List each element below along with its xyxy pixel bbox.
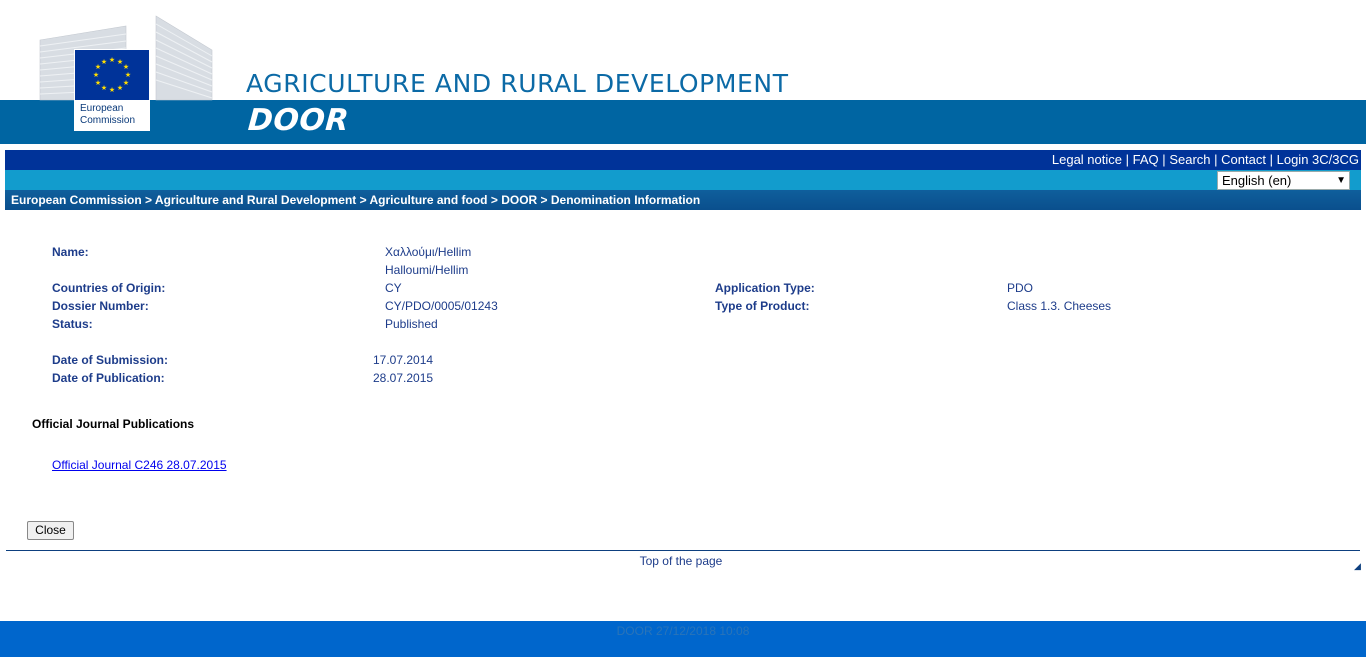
product-type-label: Type of Product:: [715, 299, 810, 313]
breadcrumb: European Commission > Agriculture and Ru…: [5, 190, 1361, 210]
application-type-label: Application Type:: [715, 281, 815, 295]
department-title: AGRICULTURE AND RURAL DEVELOPMENT: [246, 69, 789, 98]
nav-faq[interactable]: FAQ: [1133, 152, 1159, 167]
svg-text:★: ★: [95, 79, 101, 87]
footer-divider: [6, 550, 1360, 551]
logo-text-line1: European: [80, 103, 124, 114]
product-type-value: Class 1.3. Cheeses: [1007, 299, 1112, 313]
svg-text:★: ★: [109, 86, 115, 94]
nav-separator: |: [1162, 152, 1166, 167]
status-value: Published: [385, 317, 438, 331]
svg-text:★: ★: [125, 71, 131, 79]
svg-text:★: ★: [101, 58, 107, 66]
dossier-label: Dossier Number:: [52, 299, 149, 313]
top-navigation: Legal notice | FAQ | Search | Contact | …: [5, 150, 1361, 170]
svg-text:★: ★: [109, 56, 115, 64]
footer: DOOR 27/12/2018 10:08: [0, 621, 1366, 657]
european-commission-logo[interactable]: ★ ★ ★ ★ ★ ★ ★ ★ ★ ★ ★ ★ European Commission: [74, 49, 150, 131]
countries-value: CY: [385, 281, 402, 295]
eu-logo-text: European Commission: [80, 103, 150, 127]
resize-corner-icon: ◢: [1354, 561, 1361, 571]
header-banner: ★ ★ ★ ★ ★ ★ ★ ★ ★ ★ ★ ★ European Commission AGRI…: [0, 0, 1366, 146]
publication-date-label: Date of Publication:: [52, 371, 165, 385]
name-value-2: Halloumi/Hellim: [385, 263, 469, 277]
language-bar: English (en) ▼: [5, 170, 1361, 190]
dropdown-arrow-icon: ▼: [1336, 175, 1346, 186]
top-of-page-link[interactable]: Top of the page: [0, 554, 1362, 568]
svg-text:★: ★: [123, 79, 129, 87]
status-label: Status:: [52, 317, 93, 331]
official-journal-link[interactable]: Official Journal C246 28.07.2015: [52, 458, 227, 472]
banner-band: [0, 100, 1366, 144]
language-selected-value: English (en): [1222, 173, 1292, 188]
nav-search[interactable]: Search: [1169, 152, 1210, 167]
svg-text:★: ★: [117, 84, 123, 92]
nav-legal-notice[interactable]: Legal notice: [1052, 152, 1122, 167]
nav-contact[interactable]: Contact: [1221, 152, 1266, 167]
nav-separator: |: [1214, 152, 1218, 167]
nav-separator: |: [1125, 152, 1130, 167]
submission-date-value: 17.07.2014: [373, 353, 434, 367]
submission-date-label: Date of Submission:: [52, 353, 169, 367]
countries-label: Countries of Origin:: [52, 281, 166, 295]
publications-title: Official Journal Publications: [32, 417, 195, 431]
svg-text:★: ★: [93, 71, 99, 79]
app-title: DOOR: [246, 103, 351, 138]
nav-separator: |: [1269, 152, 1273, 167]
application-type-value: PDO: [1007, 281, 1034, 295]
eu-flag-icon: ★ ★★ ★★★ ★★★ ★★★: [75, 50, 149, 100]
logo-text-line2: Commission: [80, 115, 136, 126]
nav-login[interactable]: Login 3C/3CG: [1277, 152, 1359, 167]
dossier-value: CY/PDO/0005/01243: [385, 299, 498, 313]
publication-date-value: 28.07.2015: [373, 371, 434, 385]
name-value-1: Χαλλούμι/Hellim: [385, 245, 472, 259]
language-select[interactable]: English (en) ▼: [1217, 171, 1350, 190]
svg-text:★: ★: [123, 63, 129, 71]
svg-text:★: ★: [101, 84, 107, 92]
name-label: Name:: [52, 245, 89, 259]
close-button[interactable]: Close: [27, 521, 74, 540]
